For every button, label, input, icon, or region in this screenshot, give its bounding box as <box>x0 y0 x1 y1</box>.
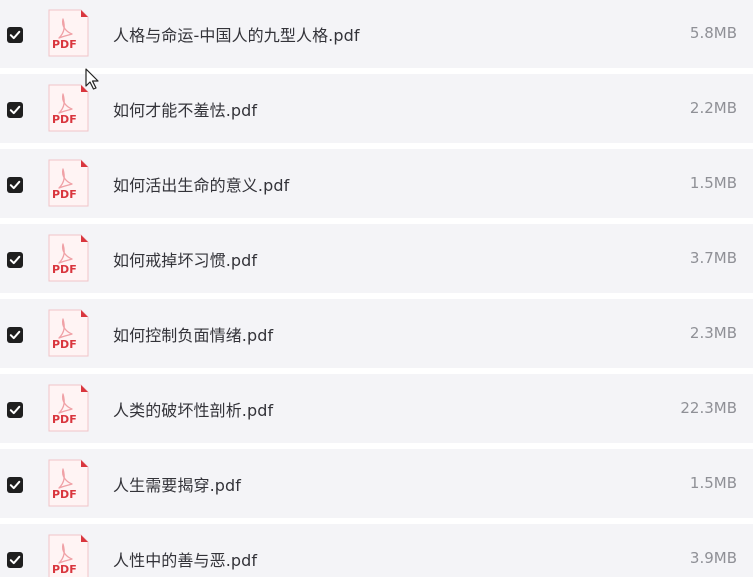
file-checkbox[interactable] <box>7 252 23 268</box>
file-row[interactable]: PDF 如何戒掉坏习惯.pdf 3.7MB <box>0 224 753 293</box>
file-checkbox[interactable] <box>7 552 23 568</box>
pdf-file-icon: PDF <box>47 159 89 207</box>
file-name: 人生需要揭穿.pdf <box>113 476 242 495</box>
file-size: 1.5MB <box>689 474 737 492</box>
file-name: 如何控制负面情绪.pdf <box>113 326 274 345</box>
pdf-file-icon: PDF <box>47 534 89 577</box>
file-name: 人格与命运-中国人的九型人格.pdf <box>113 26 360 45</box>
file-list: PDF 人格与命运-中国人的九型人格.pdf 5.8MB PDF 如何才能不羞怯… <box>0 0 753 577</box>
pdf-file-icon: PDF <box>47 459 89 507</box>
file-size: 1.5MB <box>689 174 737 192</box>
file-name: 如何活出生命的意义.pdf <box>113 176 290 195</box>
pdf-type-label: PDF <box>52 338 77 351</box>
file-name: 人性中的善与恶.pdf <box>113 551 258 570</box>
checkmark-icon <box>9 480 21 490</box>
file-size: 3.9MB <box>689 549 737 567</box>
pdf-type-label: PDF <box>52 488 77 501</box>
pdf-type-label: PDF <box>52 113 77 126</box>
file-row[interactable]: PDF 人性中的善与恶.pdf 3.9MB <box>0 524 753 577</box>
pdf-file-icon: PDF <box>47 9 89 57</box>
file-row[interactable]: PDF 如何活出生命的意义.pdf 1.5MB <box>0 149 753 218</box>
file-checkbox[interactable] <box>7 177 23 193</box>
checkmark-icon <box>9 180 21 190</box>
file-row[interactable]: PDF 如何控制负面情绪.pdf 2.3MB <box>0 299 753 368</box>
pdf-file-icon: PDF <box>47 384 89 432</box>
checkmark-icon <box>9 555 21 565</box>
mouse-pointer-icon <box>85 68 99 90</box>
file-checkbox[interactable] <box>7 402 23 418</box>
file-name: 如何才能不羞怯.pdf <box>113 101 258 120</box>
checkmark-icon <box>9 405 21 415</box>
file-size: 3.7MB <box>689 249 737 267</box>
file-row[interactable]: PDF 如何才能不羞怯.pdf 2.2MB <box>0 74 753 143</box>
file-size: 5.8MB <box>689 24 737 42</box>
pdf-type-label: PDF <box>52 263 77 276</box>
checkmark-icon <box>9 255 21 265</box>
file-name: 人类的破坏性剖析.pdf <box>113 401 274 420</box>
file-size: 2.3MB <box>689 324 737 342</box>
file-size: 22.3MB <box>680 399 737 417</box>
pdf-file-icon: PDF <box>47 234 89 282</box>
checkmark-icon <box>9 105 21 115</box>
file-checkbox[interactable] <box>7 27 23 43</box>
file-row[interactable]: PDF 人格与命运-中国人的九型人格.pdf 5.8MB <box>0 0 753 68</box>
checkmark-icon <box>9 30 21 40</box>
file-row[interactable]: PDF 人生需要揭穿.pdf 1.5MB <box>0 449 753 518</box>
pdf-type-label: PDF <box>52 38 77 51</box>
checkmark-icon <box>9 330 21 340</box>
pdf-type-label: PDF <box>52 413 77 426</box>
file-size: 2.2MB <box>689 99 737 117</box>
file-checkbox[interactable] <box>7 477 23 493</box>
file-checkbox[interactable] <box>7 102 23 118</box>
file-checkbox[interactable] <box>7 327 23 343</box>
file-row[interactable]: PDF 人类的破坏性剖析.pdf 22.3MB <box>0 374 753 443</box>
pdf-type-label: PDF <box>52 563 77 576</box>
pdf-file-icon: PDF <box>47 309 89 357</box>
file-name: 如何戒掉坏习惯.pdf <box>113 251 258 270</box>
pdf-file-icon: PDF <box>47 84 89 132</box>
pdf-type-label: PDF <box>52 188 77 201</box>
